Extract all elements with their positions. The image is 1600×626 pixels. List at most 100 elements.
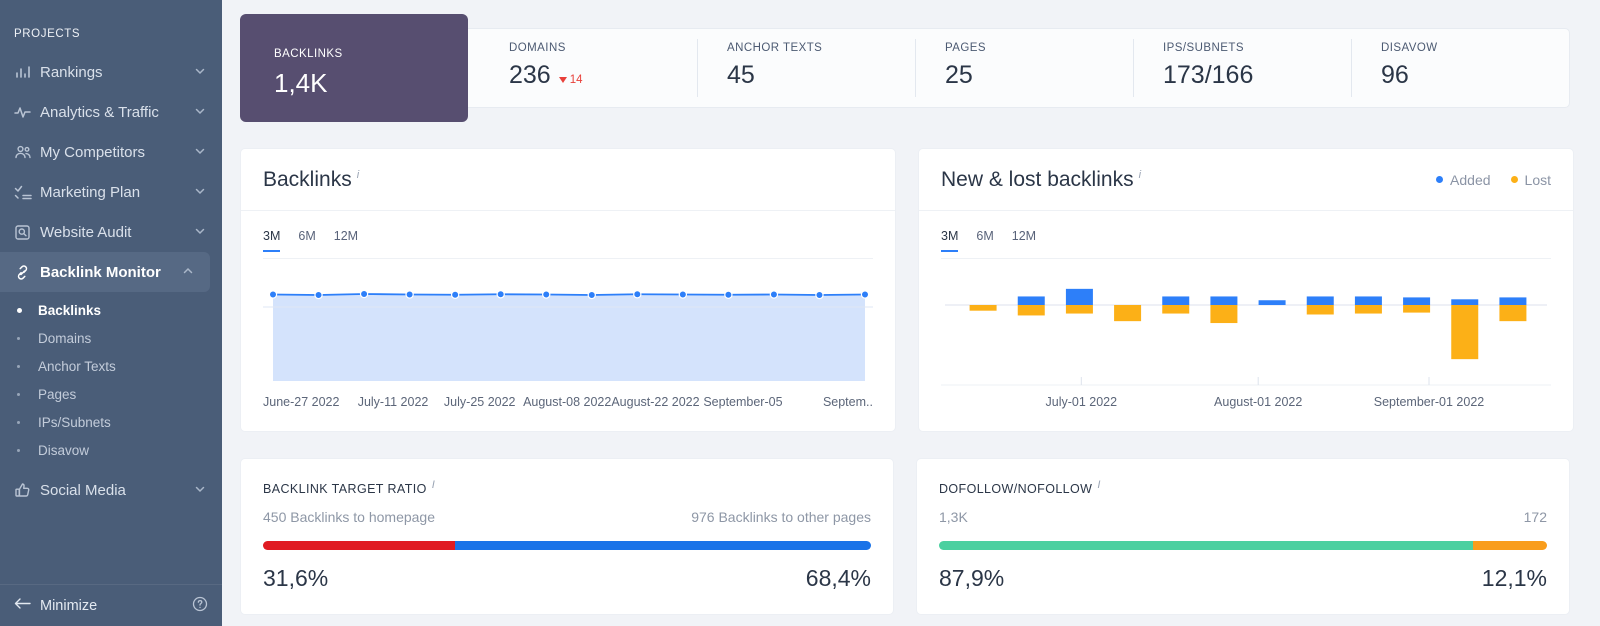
kpi-label: IPS/SUBNETS — [1163, 42, 1244, 54]
chevron-down-icon[interactable] — [194, 184, 208, 201]
ratio-title-text: BACKLINK TARGET RATIO — [263, 482, 427, 497]
sidebar-item-label: Rankings — [40, 63, 103, 81]
kpi-value-row: 45 — [727, 61, 915, 90]
axis-tick-label: Septem.. — [822, 395, 873, 409]
legend-label: Added — [1450, 171, 1491, 188]
kpi-anchor-texts[interactable]: ANCHOR TEXTS 45 — [697, 29, 915, 107]
ratio-bar-left-segment — [939, 541, 1474, 551]
tab-12m[interactable]: 12M — [1012, 229, 1036, 252]
range-tabs-new-lost: 3M 6M 12M — [919, 211, 1573, 252]
chevron-up-icon[interactable] — [182, 264, 196, 281]
thumbs-up-icon — [14, 482, 40, 499]
kpi-pages[interactable]: PAGES 25 — [915, 29, 1133, 107]
sidebar-sublist: Backlinks Domains Anchor Texts Pages IPs… — [0, 292, 222, 470]
kpi-strip: DOMAINS 236 14 ANCHOR TEXTS 45 PAGES 25 … — [240, 14, 1570, 122]
axis-tick-label: July-11 2022 — [357, 395, 429, 409]
kpi-value-row: 25 — [945, 61, 1133, 90]
chevron-down-icon[interactable] — [194, 104, 208, 121]
sidebar-item-marketing-plan[interactable]: Marketing Plan — [0, 172, 222, 212]
sidebar-subitem-backlinks[interactable]: Backlinks — [0, 296, 222, 324]
divider — [941, 258, 1551, 259]
kpi-backlinks-active[interactable]: BACKLINKS 1,4K — [240, 14, 468, 122]
tab-3m[interactable]: 3M — [941, 229, 959, 252]
sidebar-item-analytics-traffic[interactable]: Analytics & Traffic — [0, 92, 222, 132]
ratio-title: DOFOLLOW/NOFOLLOW i — [939, 479, 1547, 496]
sidebar-subitem-domains[interactable]: Domains — [0, 324, 222, 352]
kpi-label: BACKLINKS — [274, 48, 343, 60]
bullet-icon — [14, 364, 38, 368]
arrow-left-icon — [14, 597, 40, 615]
sidebar-item-website-audit[interactable]: Website Audit — [0, 212, 222, 252]
tab-3m[interactable]: 3M — [263, 229, 281, 252]
chevron-down-icon[interactable] — [194, 224, 208, 241]
tab-6m[interactable]: 6M — [298, 229, 315, 252]
new-lost-bar-chart[interactable] — [941, 277, 1551, 387]
bullet-icon — [14, 336, 38, 340]
sidebar-subitem-pages[interactable]: Pages — [0, 380, 222, 408]
chevron-down-icon[interactable] — [194, 144, 208, 161]
sidebar-item-label: Backlink Monitor — [40, 263, 161, 281]
sidebar-item-label: My Competitors — [40, 143, 146, 161]
sidebar-subitem-anchor-texts[interactable]: Anchor Texts — [0, 352, 222, 380]
bullet-icon — [14, 392, 38, 396]
kpi-value: 45 — [727, 61, 755, 89]
sidebar-item-backlink-monitor[interactable]: Backlink Monitor — [0, 252, 210, 292]
kpi-value: 1,4K — [274, 68, 328, 98]
info-icon[interactable]: i — [432, 479, 435, 491]
ratio-left-pct: 87,9% — [939, 565, 1005, 592]
link-icon — [14, 264, 40, 281]
kpi-ips-subnets[interactable]: IPS/SUBNETS 173/166 — [1133, 29, 1351, 107]
backlinks-chart-card: Backlinks i 3M 6M 12M June-27 2022 July-11… — [240, 148, 896, 432]
axis-tick-label: July-01 2022 — [1045, 395, 1118, 409]
kpi-domains[interactable]: DOMAINS 236 14 — [479, 29, 697, 107]
axis-tick-label: June-27 2022 — [263, 395, 340, 409]
info-icon[interactable]: i — [357, 169, 359, 181]
kpi-value: 236 — [509, 61, 551, 89]
card-header: Backlinks i — [241, 149, 895, 211]
ratio-title-text: DOFOLLOW/NOFOLLOW — [939, 482, 1093, 497]
help-circle-icon[interactable] — [192, 596, 208, 616]
info-icon[interactable]: i — [1097, 479, 1100, 491]
sidebar-subitem-label: Anchor Texts — [38, 358, 116, 374]
ratio-right-pct: 68,4% — [805, 565, 871, 592]
sidebar-subitem-label: Domains — [38, 330, 92, 346]
kpi-delta: 14 — [558, 74, 583, 86]
sidebar-subitem-label: IPs/Subnets — [38, 414, 111, 430]
legend-label: Lost — [1524, 171, 1551, 188]
ratio-left-pct: 31,6% — [263, 565, 329, 592]
sidebar-item-rankings[interactable]: Rankings — [0, 52, 222, 92]
axis-tick-label: July-25 2022 — [443, 395, 516, 409]
tab-6m[interactable]: 6M — [976, 229, 993, 252]
kpi-value-row: 173/166 — [1163, 61, 1351, 90]
backlinks-line-chart[interactable] — [263, 277, 873, 387]
range-tabs-backlinks: 3M 6M 12M — [241, 211, 895, 252]
kpi-value: 173/166 — [1163, 61, 1254, 89]
new-lost-backlinks-card: New & lost backlinks i Added Lost 3M 6M 1… — [918, 148, 1574, 432]
info-icon[interactable]: i — [1139, 169, 1141, 181]
bullet-icon — [14, 420, 38, 424]
triangle-down-icon — [558, 77, 567, 83]
legend-dot — [1510, 176, 1518, 183]
sidebar-item-social-media[interactable]: Social Media — [0, 470, 222, 510]
ratio-percentages: 87,9% 12,1% — [939, 565, 1547, 592]
ratio-bar-right-segment — [455, 541, 871, 551]
minimize-bar[interactable]: Minimize — [0, 584, 222, 626]
ratio-captions: 1,3K 172 — [939, 509, 1547, 525]
sidebar-subitem-disavow[interactable]: Disavow — [0, 436, 222, 464]
ratio-right-pct: 12,1% — [1481, 565, 1547, 592]
sidebar-item-label: Social Media — [40, 481, 126, 499]
sidebar-subitem-ips-subnets[interactable]: IPs/Subnets — [0, 408, 222, 436]
chevron-down-icon[interactable] — [194, 64, 208, 81]
backlink-target-ratio-card: BACKLINK TARGET RATIO i 450 Backlinks to … — [240, 458, 894, 616]
chevron-down-icon[interactable] — [194, 482, 208, 499]
sidebar-subitem-label: Pages — [38, 386, 77, 402]
tab-12m[interactable]: 12M — [334, 229, 358, 252]
sidebar-item-my-competitors[interactable]: My Competitors — [0, 132, 222, 172]
divider — [263, 258, 873, 259]
sidebar: PROJECTS Rankings Analytics & Traffic My… — [0, 0, 222, 626]
kpi-label: ANCHOR TEXTS — [727, 42, 823, 54]
pulse-icon — [14, 104, 40, 121]
legend-item-lost: Lost — [1510, 171, 1551, 188]
kpi-disavow[interactable]: DISAVOW 96 — [1351, 29, 1569, 107]
new-lost-chart-wrap: July-01 2022 August-01 2022 September-01 2… — [919, 252, 1573, 431]
